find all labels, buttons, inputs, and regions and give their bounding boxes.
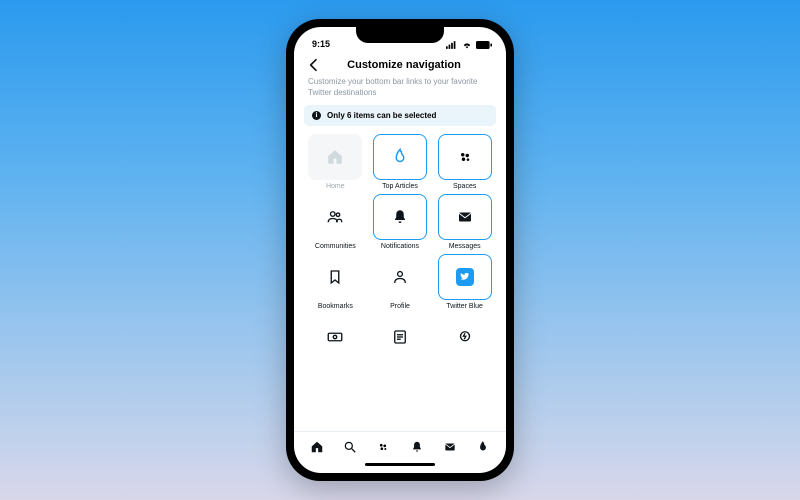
item-home[interactable]: Home (306, 134, 365, 190)
communities-icon (326, 208, 344, 226)
item-communities[interactable]: Communities (306, 194, 365, 250)
item-bookmarks[interactable]: Bookmarks (306, 254, 365, 310)
tile (373, 134, 427, 180)
page-subtitle: Customize your bottom bar links to your … (294, 77, 506, 105)
notch (356, 27, 444, 43)
item-twitter-blue[interactable]: Twitter Blue (435, 254, 494, 310)
tab-search-icon[interactable] (343, 440, 357, 454)
bell-icon (391, 208, 409, 226)
item-extra-2[interactable] (371, 314, 430, 363)
tile (308, 314, 362, 360)
tile (373, 254, 427, 300)
home-icon (326, 148, 344, 166)
tab-fire-icon[interactable] (476, 440, 490, 454)
item-messages[interactable]: Messages (435, 194, 494, 250)
nav-grid: Home Top Articles Spaces Communities (294, 134, 506, 431)
battery-icon (476, 41, 492, 49)
status-time: 9:15 (312, 39, 330, 49)
fire-icon (391, 148, 409, 166)
tile (438, 254, 492, 300)
tile (438, 314, 492, 360)
tab-envelope-icon[interactable] (443, 440, 457, 454)
item-label: Profile (371, 303, 430, 310)
item-extra-1[interactable] (306, 314, 365, 363)
item-notifications[interactable]: Notifications (371, 194, 430, 250)
bookmark-icon (326, 268, 344, 286)
list-icon (391, 328, 409, 346)
banner-text: Only 6 items can be selected (327, 111, 436, 120)
tile (373, 314, 427, 360)
tab-spaces-icon[interactable] (376, 440, 390, 454)
item-label: Communities (306, 243, 365, 250)
tile (308, 134, 362, 180)
envelope-icon (456, 208, 474, 226)
item-label: Top Articles (371, 183, 430, 190)
item-label: Spaces (435, 183, 494, 190)
item-label: Twitter Blue (435, 303, 494, 310)
twitter-blue-icon (456, 268, 474, 286)
item-top-articles[interactable]: Top Articles (371, 134, 430, 190)
moment-icon (456, 328, 474, 346)
tile (308, 194, 362, 240)
item-spaces[interactable]: Spaces (435, 134, 494, 190)
tab-bell-icon[interactable] (410, 440, 424, 454)
tab-home-icon[interactable] (310, 440, 324, 454)
header: Customize navigation (294, 49, 506, 77)
tile (308, 254, 362, 300)
info-banner: i Only 6 items can be selected (304, 105, 496, 126)
item-label: Bookmarks (306, 303, 365, 310)
wifi-icon (461, 41, 473, 49)
person-icon (391, 268, 409, 286)
signal-icon (446, 41, 458, 49)
tile (438, 134, 492, 180)
item-label: Messages (435, 243, 494, 250)
item-label: Notifications (371, 243, 430, 250)
item-profile[interactable]: Profile (371, 254, 430, 310)
money-icon (326, 328, 344, 346)
item-extra-3[interactable] (435, 314, 494, 363)
status-indicators (446, 41, 492, 49)
tile (373, 194, 427, 240)
page-title: Customize navigation (314, 59, 494, 71)
phone-frame: 9:15 Customize navigation Customize your… (286, 19, 514, 481)
info-icon: i (312, 111, 321, 120)
item-label: Home (306, 183, 365, 190)
bottom-tab-bar (294, 431, 506, 461)
tile (438, 194, 492, 240)
spaces-icon (456, 148, 474, 166)
screen: 9:15 Customize navigation Customize your… (294, 27, 506, 473)
home-indicator (294, 461, 506, 473)
